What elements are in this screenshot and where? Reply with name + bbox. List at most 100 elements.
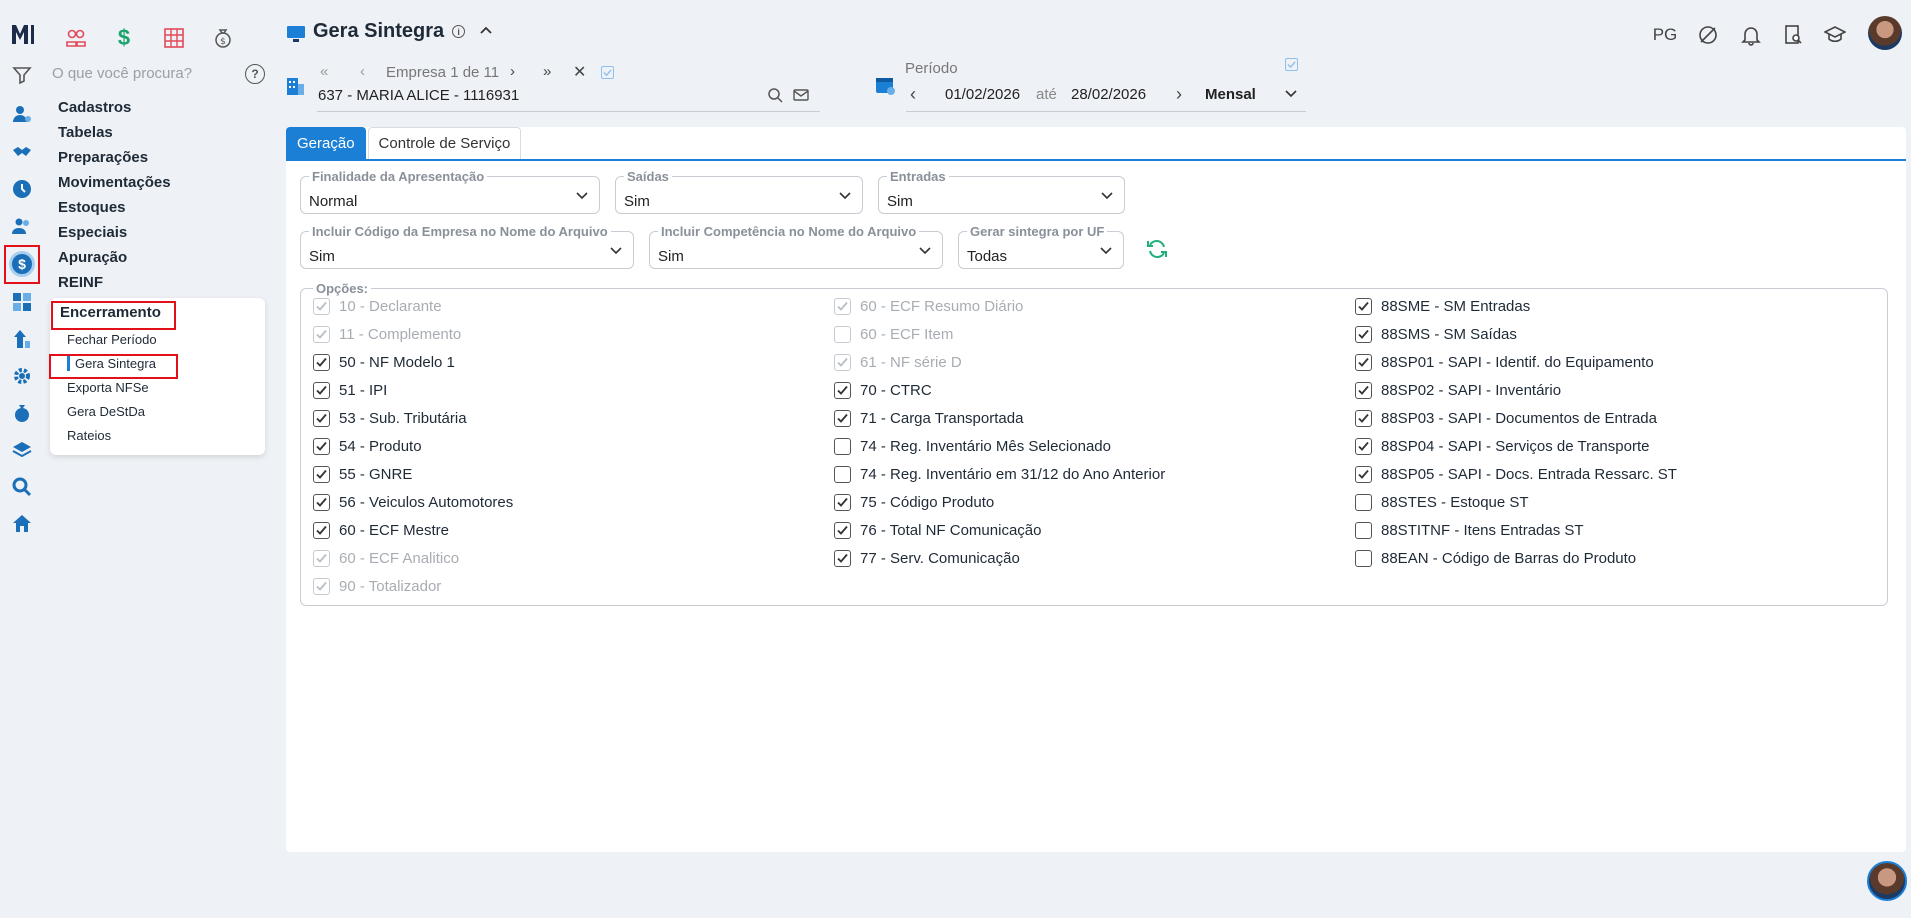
menu-movimentacoes[interactable]: Movimentações	[58, 174, 171, 191]
submenu-item-rateios[interactable]: Rateios	[67, 428, 111, 443]
checkbox-checked[interactable]	[834, 382, 851, 399]
chart-up-icon[interactable]	[10, 327, 34, 351]
checkbox-checked[interactable]	[834, 410, 851, 427]
tab-geracao[interactable]: Geração	[286, 127, 366, 159]
checkbox-checked[interactable]	[1355, 410, 1372, 427]
submenu-item-gera-destda[interactable]: Gera DeStDa	[67, 404, 145, 419]
option-item[interactable]: 88SP01 - SAPI - Identif. do Equipamento	[1355, 354, 1654, 371]
tab-controle-servico[interactable]: Controle de Serviço	[367, 127, 522, 159]
menu-especiais[interactable]: Especiais	[58, 224, 127, 241]
option-item[interactable]: 88SP04 - SAPI - Serviços de Transporte	[1355, 438, 1649, 455]
search-icon[interactable]	[767, 87, 783, 106]
user-initials[interactable]: PG	[1650, 22, 1680, 48]
option-item[interactable]: 88STITNF - Itens Entradas ST	[1355, 522, 1584, 539]
checkbox-checked[interactable]	[1355, 354, 1372, 371]
option-item[interactable]: 55 - GNRE	[313, 466, 412, 483]
last-page-button[interactable]: »	[543, 63, 551, 80]
search-icon[interactable]	[10, 475, 34, 499]
tools-icon[interactable]	[1695, 22, 1721, 48]
finalidade-select[interactable]: Finalidade da Apresentação Normal	[300, 169, 600, 214]
periodo-field[interactable]: ‹ 01/02/2026 até 28/02/2026 › Mensal	[906, 80, 1306, 112]
table-shortcut-icon[interactable]	[156, 22, 192, 54]
close-icon[interactable]: ✕	[573, 62, 586, 82]
filter-icon[interactable]	[10, 63, 34, 87]
checkbox-unchecked[interactable]	[834, 466, 851, 483]
assistant-avatar[interactable]	[1867, 861, 1907, 901]
checkbox-checked[interactable]	[1355, 298, 1372, 315]
checkbox-unchecked[interactable]	[1355, 522, 1372, 539]
checkbox-checked[interactable]	[313, 438, 330, 455]
dollar-shortcut-icon[interactable]: $	[106, 22, 142, 54]
calculator-icon[interactable]	[10, 290, 34, 314]
chevron-down-icon[interactable]	[1284, 87, 1298, 104]
help-icon[interactable]: ?	[245, 64, 265, 84]
menu-preparacoes[interactable]: Preparações	[58, 149, 148, 166]
option-item[interactable]: 71 - Carga Transportada	[834, 410, 1023, 427]
empresa-field[interactable]: 637 - MARIA ALICE - 1116931	[317, 84, 820, 112]
checkbox-checked[interactable]	[313, 466, 330, 483]
gerar-uf-select[interactable]: Gerar sintegra por UF Todas	[958, 224, 1124, 269]
option-item[interactable]: 56 - Veiculos Automotores	[313, 494, 513, 511]
info-icon[interactable]: i	[452, 25, 466, 38]
option-item[interactable]: 88SME - SM Entradas	[1355, 298, 1530, 315]
bell-icon[interactable]	[1738, 22, 1764, 48]
menu-cadastros[interactable]: Cadastros	[58, 99, 131, 116]
first-page-button[interactable]: «	[320, 63, 328, 80]
periodo-checkbox[interactable]	[1285, 58, 1298, 71]
menu-tabelas[interactable]: Tabelas	[58, 124, 113, 141]
chevron-up-icon[interactable]	[479, 20, 493, 43]
checkbox-checked[interactable]	[1355, 382, 1372, 399]
handshake-icon[interactable]	[10, 140, 34, 164]
checkbox-checked[interactable]	[834, 494, 851, 511]
option-item[interactable]: 75 - Código Produto	[834, 494, 994, 511]
clock-icon[interactable]	[10, 177, 34, 201]
next-period-button[interactable]: ›	[1176, 84, 1182, 105]
option-item[interactable]: 88STES - Estoque ST	[1355, 494, 1529, 511]
users-icon[interactable]	[10, 214, 34, 238]
periodo-end[interactable]: 28/02/2026	[1071, 86, 1146, 103]
option-item[interactable]: 74 - Reg. Inventário em 31/12 do Ano Ant…	[834, 466, 1165, 483]
checkbox-checked[interactable]	[313, 494, 330, 511]
option-item[interactable]: 88SMS - SM Saídas	[1355, 326, 1517, 343]
option-item[interactable]: 88SP05 - SAPI - Docs. Entrada Ressarc. S…	[1355, 466, 1677, 483]
layers-icon[interactable]	[10, 438, 34, 462]
option-item[interactable]: 60 - ECF Mestre	[313, 522, 449, 539]
checkbox-checked[interactable]	[313, 410, 330, 427]
money-bag-shortcut-icon[interactable]: $	[205, 22, 241, 54]
menu-apuracao[interactable]: Apuração	[58, 249, 127, 266]
menu-reinf[interactable]: REINF	[58, 274, 103, 291]
checkbox-unchecked[interactable]	[1355, 494, 1372, 511]
option-item[interactable]: 51 - IPI	[313, 382, 387, 399]
option-item[interactable]: 88EAN - Código de Barras do Produto	[1355, 550, 1636, 567]
checkbox-checked[interactable]	[1355, 438, 1372, 455]
graduation-cap-icon[interactable]	[1822, 22, 1848, 48]
document-search-icon[interactable]	[1780, 22, 1806, 48]
checkbox-checked[interactable]	[313, 354, 330, 371]
periodo-start[interactable]: 01/02/2026	[945, 86, 1020, 103]
checkbox-unchecked[interactable]	[834, 438, 851, 455]
entradas-select[interactable]: Entradas Sim	[878, 169, 1125, 214]
mail-icon[interactable]	[793, 87, 809, 106]
gear-icon[interactable]	[10, 364, 34, 388]
option-item[interactable]: 50 - NF Modelo 1	[313, 354, 455, 371]
periodo-mode[interactable]: Mensal	[1205, 86, 1256, 103]
money-bag-icon[interactable]	[10, 401, 34, 425]
next-page-button[interactable]: ›	[510, 63, 515, 80]
checkbox-checked[interactable]	[1355, 466, 1372, 483]
option-item[interactable]: 76 - Total NF Comunicação	[834, 522, 1041, 539]
checkbox-checked[interactable]	[313, 382, 330, 399]
option-item[interactable]: 54 - Produto	[313, 438, 422, 455]
option-item[interactable]: 88SP03 - SAPI - Documentos de Entrada	[1355, 410, 1657, 427]
checkbox-checked[interactable]	[834, 522, 851, 539]
checkbox-checked[interactable]	[834, 550, 851, 567]
prev-period-button[interactable]: ‹	[910, 84, 916, 105]
checkbox-unchecked[interactable]	[1355, 550, 1372, 567]
menu-estoques[interactable]: Estoques	[58, 199, 126, 216]
checkbox-checked[interactable]	[1355, 326, 1372, 343]
checkbox-checked[interactable]	[313, 522, 330, 539]
app-logo[interactable]	[9, 20, 37, 48]
submenu-item-exporta-nfse[interactable]: Exporta NFSe	[67, 380, 149, 395]
prev-page-button[interactable]: ‹	[360, 63, 365, 80]
incluir-codigo-select[interactable]: Incluir Código da Empresa no Nome do Arq…	[300, 224, 634, 269]
submenu-item-fechar-periodo[interactable]: Fechar Período	[67, 332, 157, 347]
